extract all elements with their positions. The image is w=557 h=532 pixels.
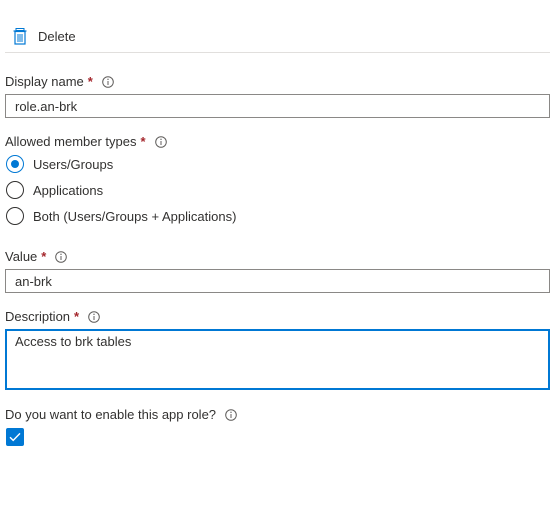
trash-icon (12, 27, 28, 45)
radio-label: Users/Groups (33, 156, 114, 172)
display-name-label: Display name (5, 74, 84, 89)
radio-both[interactable]: Both (Users/Groups + Applications) (6, 206, 236, 226)
info-icon[interactable] (225, 408, 237, 421)
radio-label: Applications (33, 182, 104, 198)
info-icon[interactable] (154, 135, 167, 148)
value-input[interactable] (5, 269, 550, 293)
radio-applications[interactable]: Applications (6, 180, 103, 200)
enable-app-role-label: Do you want to enable this app role? (5, 407, 217, 422)
required-marker: * (87, 74, 93, 89)
radio-button-selected[interactable] (6, 155, 24, 173)
command-bar: Delete (5, 22, 550, 53)
delete-button[interactable]: Delete (12, 25, 76, 47)
required-marker: * (41, 249, 47, 264)
allowed-member-types-label: Allowed member types (5, 134, 137, 149)
enable-label-row: Do you want to enable this app role? (5, 407, 237, 422)
description-textarea[interactable]: Access to brk tables (5, 329, 550, 390)
required-marker: * (140, 134, 146, 149)
info-icon[interactable] (102, 75, 114, 88)
delete-button-label: Delete (38, 28, 76, 44)
display-name-label-row: Display name * (5, 74, 114, 89)
info-icon[interactable] (88, 310, 100, 323)
value-label-row: Value * (5, 249, 68, 264)
description-label: Description (5, 309, 71, 324)
checkmark-icon (9, 432, 21, 442)
value-label: Value (5, 249, 38, 264)
allowed-member-types-label-row: Allowed member types * (5, 134, 167, 149)
description-label-row: Description * (5, 309, 100, 324)
required-marker: * (74, 309, 80, 324)
radio-label: Both (Users/Groups + Applications) (33, 208, 237, 224)
radio-button[interactable] (6, 207, 24, 225)
enable-app-role-checkbox[interactable] (6, 428, 24, 446)
display-name-input[interactable] (5, 94, 550, 118)
radio-button[interactable] (6, 181, 24, 199)
info-icon[interactable] (55, 250, 68, 263)
radio-users-groups[interactable]: Users/Groups (6, 154, 113, 174)
